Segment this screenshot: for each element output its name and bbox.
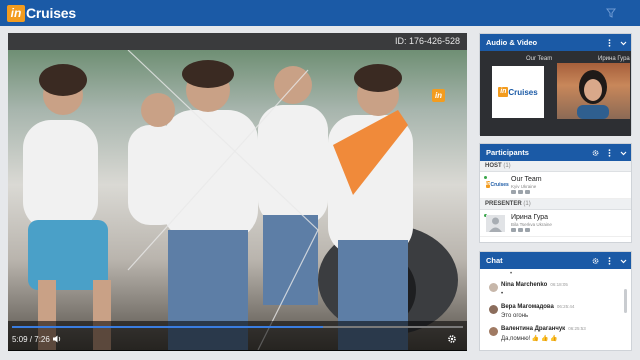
host-location: Kyiv Ukraine <box>511 184 537 189</box>
meeting-id: ID: 176-426-528 <box>394 36 460 46</box>
mic-icon <box>525 190 530 194</box>
audio-video-panel: Audio & Video Our Team Ирина Гура in Cru… <box>479 33 632 136</box>
host-media-icons <box>511 190 530 194</box>
chat-message-text: • <box>501 291 504 297</box>
host-label: HOST <box>485 163 502 169</box>
filter-icon[interactable] <box>606 8 616 18</box>
audio-video-title: Audio & Video <box>486 38 538 47</box>
video-tiles: Our Team Ирина Гура in Cruises <box>480 51 631 136</box>
chat-title: Chat <box>486 256 503 265</box>
user-avatar-icon <box>486 215 505 232</box>
participants-panel: Participants HOST (1) in Cruises Our Tea… <box>479 143 632 243</box>
chat-author-name: Вера Магомадова <box>501 304 554 310</box>
host-name: Our Team <box>511 176 542 183</box>
progress-bar[interactable] <box>12 326 463 328</box>
presenter-label: PRESENTER <box>485 201 522 207</box>
chevron-down-icon[interactable] <box>620 149 627 157</box>
chat-author-name: Валентина Драганчук <box>501 326 566 332</box>
host-avatar: in Cruises <box>486 177 509 194</box>
audio-video-header: Audio & Video <box>480 34 631 51</box>
presenter-location: Bila Tserkva Ukraine <box>511 222 552 227</box>
camera-icon <box>518 228 523 232</box>
host-avatar-wordmark: Cruises <box>490 181 509 188</box>
presenter-name: Ирина Гура <box>511 214 549 221</box>
incruises-logo[interactable]: in Cruises <box>7 4 76 22</box>
camera-icon <box>518 190 523 194</box>
chat-avatar <box>489 327 498 336</box>
video-scene <box>23 50 458 350</box>
chat-message-author: Валентина Драганчук 06:25:53 <box>501 326 586 332</box>
chat-message-author: Nina Marchenko 06:18:05 <box>501 282 568 288</box>
participant-presenter[interactable]: Ирина Гура Bila Tserkva Ukraine <box>480 210 631 237</box>
screen-icon <box>511 228 516 232</box>
video-logo-badge: in <box>432 89 445 102</box>
mini-logo-wordmark: Cruises <box>508 87 538 97</box>
tile-label-presenter: Ирина Гура <box>598 56 630 62</box>
chat-avatar <box>489 283 498 292</box>
chat-message-time: 06:25:53 <box>568 326 586 331</box>
more-vertical-icon[interactable] <box>606 148 613 157</box>
video-controls: 5:09 / 7:26 <box>8 321 467 351</box>
participants-header: Participants <box>480 144 631 161</box>
chat-header: Chat <box>480 252 631 269</box>
volume-icon[interactable] <box>52 334 62 344</box>
chat-message-author: Вера Магомадова 06:25:44 <box>501 304 574 310</box>
host-count: (1) <box>503 163 511 169</box>
gear-icon[interactable] <box>592 257 599 265</box>
presenter-video-tile[interactable] <box>557 63 630 119</box>
chevron-down-icon[interactable] <box>620 39 627 47</box>
playback-time: 5:09 / 7:26 <box>12 335 50 344</box>
chat-scrollbar[interactable] <box>624 289 627 313</box>
mini-logo-mark: in <box>498 87 509 97</box>
more-vertical-icon[interactable] <box>606 38 613 47</box>
video-player[interactable]: ID: 176-426-528 in 5:09 / 7:26 <box>8 33 467 351</box>
chevron-down-icon[interactable] <box>620 257 627 265</box>
chat-panel: Chat • Nina Marchenko 06:18:05 • Вера Маг… <box>479 251 632 351</box>
tile-label-our-team: Our Team <box>526 56 553 62</box>
chat-message-time: 06:18:05 <box>550 282 568 287</box>
chat-message-time: 06:25:44 <box>556 304 575 309</box>
app-header: in Cruises <box>0 0 640 26</box>
presenter-avatar <box>577 70 609 119</box>
our-team-video-tile[interactable]: in Cruises <box>492 66 544 118</box>
chat-author-name: Nina Marchenko <box>501 282 548 288</box>
presenter-count: (1) <box>523 201 531 207</box>
chat-message-text: Да,помню! 👍 👍 👍 <box>501 336 558 342</box>
more-vertical-icon[interactable] <box>606 256 613 265</box>
host-section-header[interactable]: HOST (1) <box>480 161 631 172</box>
settings-gear-icon[interactable] <box>447 334 457 344</box>
video-frame[interactable]: in <box>8 50 467 350</box>
chat-avatar <box>489 305 498 314</box>
presenter-media-icons <box>511 228 530 232</box>
logo-wordmark: Cruises <box>26 5 76 21</box>
presenter-section-header[interactable]: PRESENTER (1) <box>480 199 631 210</box>
gear-icon[interactable] <box>592 149 599 157</box>
participants-title: Participants <box>486 148 529 157</box>
progress-fill <box>12 326 324 328</box>
mic-icon <box>525 228 530 232</box>
logo-in-mark: in <box>7 4 25 22</box>
chat-messages[interactable]: • Nina Marchenko 06:18:05 • Вера Магомадо… <box>480 269 631 352</box>
participant-host[interactable]: in Cruises Our Team Kyiv Ukraine <box>480 172 631 199</box>
screen-icon <box>511 190 516 194</box>
chat-message-text: Это огонь <box>501 313 529 319</box>
chat-bullet: • <box>510 271 513 277</box>
video-top-bar: ID: 176-426-528 <box>8 33 467 50</box>
